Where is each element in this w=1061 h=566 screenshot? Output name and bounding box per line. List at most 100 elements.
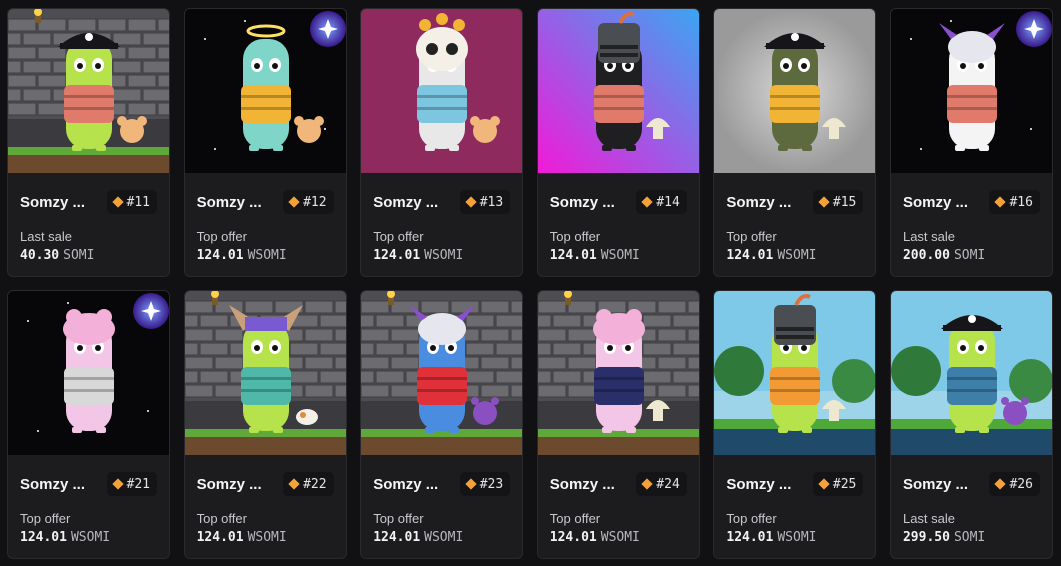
price-label: Top offer: [726, 229, 777, 244]
nft-image[interactable]: [537, 9, 700, 173]
nft-card[interactable]: Somzy ... #23 Top offer 124.01 WSOMI: [360, 290, 524, 559]
card-info: Somzy ... #16 Last sale 200.00 SOMI: [891, 189, 1052, 263]
price-value: 124.01 WSOMI: [20, 530, 157, 545]
card-header: Somzy ... #22: [197, 471, 334, 497]
nft-image[interactable]: [890, 291, 1053, 455]
nft-name: Somzy ...: [549, 193, 615, 211]
token-number: #23: [479, 476, 504, 492]
price-amount: 124.01: [726, 248, 774, 263]
card-header: Somzy ... #23: [373, 471, 511, 497]
card-header: Somzy ... #16: [903, 189, 1040, 215]
price-value: 124.01 WSOMI: [726, 248, 863, 263]
diamond-icon: [111, 196, 124, 208]
token-number: #14: [656, 194, 680, 210]
price-label: Top offer: [726, 511, 777, 526]
diamond-icon: [111, 478, 124, 490]
token-number: #24: [656, 476, 680, 492]
price-value: 299.50 SOMI: [903, 530, 1040, 545]
diamond-icon: [288, 478, 300, 490]
nft-image[interactable]: [537, 291, 700, 455]
price-amount: 200.00: [902, 248, 950, 263]
price-currency: WSOMI: [247, 248, 287, 263]
nft-card[interactable]: Somzy ... #11 Last sale 40.30 SOMI: [7, 8, 170, 277]
nft-name: Somzy ...: [726, 475, 792, 493]
nft-name: Somzy ...: [196, 193, 262, 211]
card-header: Somzy ... #12: [197, 189, 334, 215]
card-info: Somzy ... #25 Top offer 124.01 WSOMI: [714, 471, 875, 545]
token-number: #21: [126, 476, 150, 492]
price-label: Last sale: [902, 229, 956, 244]
card-info: Somzy ... #22 Top offer 124.01 WSOMI: [185, 471, 346, 545]
token-badge: #15: [812, 190, 864, 214]
price-value: 124.01 WSOMI: [550, 248, 687, 263]
card-info: Somzy ... #14 Top offer 124.01 WSOMI: [538, 189, 699, 263]
nft-card[interactable]: Somzy ... #21 Top offer 124.01 WSOMI: [7, 290, 170, 559]
token-badge: #14: [636, 190, 687, 214]
price-amount: 124.01: [373, 248, 421, 263]
nft-name: Somzy ...: [20, 475, 86, 493]
token-badge: #11: [106, 190, 157, 214]
nft-card[interactable]: Somzy ... #15 Top offer 124.01 WSOMI: [713, 8, 877, 277]
price-currency: WSOMI: [777, 248, 817, 263]
price-label: Last sale: [902, 511, 956, 526]
price-currency: SOMI: [63, 248, 95, 263]
price-label: Top offer: [20, 511, 71, 526]
nft-card[interactable]: Somzy ... #12 Top offer 124.01 WSOMI: [183, 8, 347, 277]
price-amount: 40.30: [20, 248, 60, 263]
nft-card[interactable]: Somzy ... #26 Last sale 299.50 SOMI: [889, 290, 1053, 559]
card-header: Somzy ... #26: [903, 471, 1040, 497]
token-number: #11: [126, 194, 150, 210]
nft-image[interactable]: [184, 9, 347, 173]
token-badge: #12: [283, 190, 334, 214]
token-number: #15: [832, 194, 857, 210]
nft-card[interactable]: Somzy ... #25 Top offer 124.01 WSOMI: [713, 290, 877, 559]
price-currency: SOMI: [953, 530, 986, 545]
price-value: 124.01 WSOMI: [550, 530, 687, 545]
diamond-icon: [288, 196, 300, 208]
card-header: Somzy ... #13: [373, 189, 511, 215]
card-header: Somzy ... #15: [726, 189, 864, 215]
price-label: Top offer: [373, 229, 424, 244]
price-value: 124.01 WSOMI: [726, 530, 863, 545]
nft-image[interactable]: [8, 291, 170, 455]
token-badge: #22: [283, 472, 334, 496]
token-badge: #25: [812, 472, 864, 496]
nft-grid: Somzy ... #11 Last sale 40.30 SOMI Somzy…: [7, 8, 1053, 559]
nft-image[interactable]: [361, 291, 523, 455]
token-badge: #21: [106, 472, 157, 496]
nft-card[interactable]: Somzy ... #22 Top offer 124.01 WSOMI: [183, 290, 347, 559]
nft-image[interactable]: [184, 291, 347, 455]
price-amount: 124.01: [196, 530, 244, 545]
nft-image[interactable]: [890, 9, 1053, 173]
price-amount: 124.01: [549, 248, 597, 263]
diamond-icon: [994, 478, 1007, 490]
card-header: Somzy ... #21: [20, 471, 157, 497]
price-label: Top offer: [549, 229, 601, 244]
price-value: 40.30 SOMI: [20, 248, 157, 263]
card-info: Somzy ... #23 Top offer 124.01 WSOMI: [361, 471, 522, 545]
token-badge: #13: [459, 190, 511, 214]
token-badge: #16: [989, 190, 1040, 214]
card-header: Somzy ... #24: [550, 471, 687, 497]
token-number: #22: [303, 476, 327, 492]
nft-name: Somzy ...: [20, 193, 86, 211]
nft-card[interactable]: Somzy ... #24 Top offer 124.01 WSOMI: [536, 290, 700, 559]
nft-name: Somzy ...: [373, 193, 439, 211]
nft-image[interactable]: [8, 9, 170, 173]
token-badge: #24: [636, 472, 687, 496]
token-number: #16: [1009, 194, 1033, 210]
price-value: 124.01 WSOMI: [373, 530, 510, 545]
card-info: Somzy ... #21 Top offer 124.01 WSOMI: [8, 471, 169, 545]
nft-image[interactable]: [714, 291, 876, 455]
token-number: #26: [1009, 476, 1033, 492]
price-label: Top offer: [373, 511, 424, 526]
nft-image[interactable]: [714, 9, 876, 173]
card-info: Somzy ... #11 Last sale 40.30 SOMI: [8, 189, 169, 263]
diamond-icon: [641, 196, 653, 208]
price-amount: 124.01: [196, 248, 244, 263]
nft-image[interactable]: [361, 9, 523, 173]
nft-card[interactable]: Somzy ... #16 Last sale 200.00 SOMI: [889, 8, 1053, 277]
nft-card[interactable]: Somzy ... #14 Top offer 124.01 WSOMI: [536, 8, 700, 277]
token-badge: #23: [459, 472, 511, 496]
nft-card[interactable]: Somzy ... #13 Top offer 124.01 WSOMI: [360, 8, 524, 277]
